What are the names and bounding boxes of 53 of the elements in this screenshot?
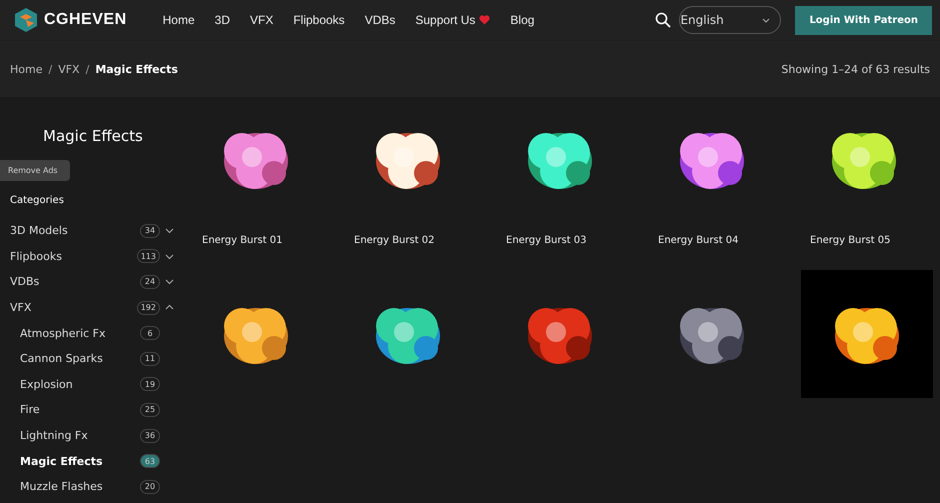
page-title: Magic Effects [43,127,144,145]
product-title[interactable]: Energy Burst 03 [506,235,646,246]
category-link[interactable]: Magic Effects [20,454,140,468]
nav-link[interactable]: Support Us [405,13,500,27]
item-count: 20 [140,480,160,494]
nav-link[interactable]: 3D [204,13,240,27]
site-logo[interactable]: CGHEVEN [44,11,127,29]
category-link[interactable]: Lightning Fx [20,429,140,442]
category-link[interactable]: VDBs [10,275,140,288]
nav-link[interactable]: Flipbooks [283,13,355,27]
item-count: 24 [140,274,160,289]
chevron-down-icon[interactable] [165,226,174,236]
category-link[interactable]: Fire [20,403,140,416]
item-count: 63 [140,454,160,468]
nav-link[interactable]: VDBs [354,13,406,27]
category-link[interactable]: 3D Models [10,224,140,238]
breadcrumb-separator: / [86,62,90,76]
nav-link[interactable]: Home [152,13,205,27]
remove-ads-button[interactable]: Remove Ads [0,160,70,181]
product-title[interactable]: Energy Burst 04 [658,235,798,246]
item-count: 6 [140,326,160,340]
breadcrumb-separator: / [48,62,52,76]
product-title[interactable]: Energy Burst 05 [810,235,940,246]
language-select[interactable]: English [679,6,782,34]
item-count: 11 [140,352,160,366]
item-count: 19 [140,377,160,392]
search-icon[interactable] [655,12,672,28]
item-count: 113 [136,249,160,264]
category-link[interactable]: Atmospheric Fx [20,326,140,340]
category-link[interactable]: Cannon Sparks [20,352,140,366]
category-link[interactable]: Explosion [20,378,140,391]
chevron-down-icon[interactable] [165,252,174,261]
item-count: 36 [140,428,160,443]
breadcrumb-link[interactable]: Home [10,62,42,76]
product-title[interactable]: Energy Burst 02 [354,235,494,246]
breadcrumb-link[interactable]: VFX [58,62,80,76]
chevron-down-icon[interactable] [165,277,174,286]
sidebar-heading: Categories [10,195,65,206]
item-count: 192 [136,300,160,315]
item-count: 25 [140,402,160,417]
chevron-down-icon [762,18,770,22]
item-count: 34 [140,224,160,238]
results-count: Showing 1–24 of 63 results [781,62,930,76]
login-button[interactable]: Login With Patreon [795,6,932,34]
heart-icon [479,15,490,25]
breadcrumb-current: Magic Effects [95,62,178,76]
logo-icon [14,7,38,33]
product-title[interactable]: Energy Burst 01 [202,235,342,246]
category-link[interactable]: Muzzle Flashes [20,480,140,494]
category-link[interactable]: VFX [10,301,137,314]
nav-link[interactable]: Blog [500,13,544,27]
nav-link[interactable]: VFX [240,13,284,27]
category-link[interactable]: Flipbooks [10,250,137,263]
